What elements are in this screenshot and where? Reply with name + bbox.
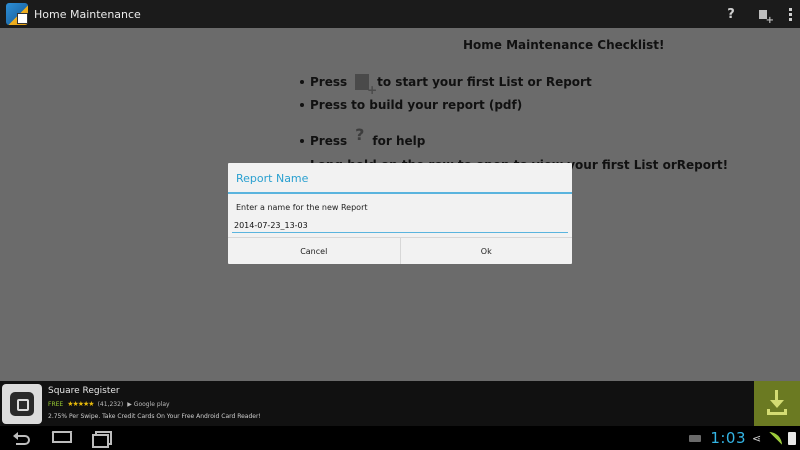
- battery-icon: [788, 431, 796, 445]
- rating-stars-icon: ★★★★★: [67, 400, 94, 408]
- dialog-title: Report Name: [228, 163, 572, 194]
- square-logo-icon[interactable]: [2, 384, 42, 424]
- bullet-dot: [300, 139, 304, 143]
- recent-apps-icon[interactable]: [92, 431, 112, 448]
- add-list-icon: [355, 74, 377, 97]
- action-bar: Home Maintenance ?: [0, 0, 800, 28]
- ad-title[interactable]: Square Register: [48, 386, 120, 396]
- ad-price: FREE: [48, 400, 64, 408]
- app-logo-icon[interactable]: [6, 3, 28, 25]
- overflow-menu-icon[interactable]: [789, 7, 792, 21]
- instruction-line: Press ? for help: [300, 125, 426, 148]
- wifi-icon: [769, 431, 782, 445]
- action-bar-actions: ?: [724, 0, 792, 28]
- instruction-text: Press: [310, 75, 348, 89]
- ok-button[interactable]: Ok: [399, 238, 573, 264]
- instruction-text: Press: [310, 98, 348, 112]
- dialog-message: Enter a name for the new Report: [236, 203, 368, 212]
- keyboard-icon: [689, 434, 702, 442]
- back-icon[interactable]: [13, 431, 31, 445]
- report-name-dialog: Report Name Enter a name for the new Rep…: [228, 163, 572, 264]
- instruction-text: for help: [372, 134, 426, 148]
- bullet-dot: [300, 103, 304, 107]
- status-area[interactable]: 1:03 ⋖: [689, 426, 800, 450]
- app-title: Home Maintenance: [34, 7, 141, 21]
- google-play-badge: ▶ Google play: [127, 400, 170, 408]
- instruction-text: to build your report (pdf): [351, 98, 523, 112]
- instruction-line: Press to build your report (pdf): [300, 98, 522, 112]
- home-icon[interactable]: [52, 431, 72, 443]
- instruction-line: Press to start your first List or Report: [300, 74, 592, 97]
- ad-banner[interactable]: Square Register FREE ★★★★★ (41,232) ▶ Go…: [0, 381, 800, 426]
- instruction-text: Press: [310, 134, 348, 148]
- cancel-button[interactable]: Cancel: [228, 238, 400, 264]
- report-name-input[interactable]: [232, 219, 568, 233]
- add-list-icon[interactable]: [758, 8, 774, 26]
- dialog-button-bar: Cancel Ok: [228, 237, 572, 264]
- download-icon: [767, 390, 787, 416]
- share-icon: ⋖: [752, 431, 762, 445]
- ad-description: 2.75% Per Swipe. Take Credit Cards On Yo…: [48, 413, 261, 420]
- clock: 1:03: [710, 429, 746, 447]
- system-nav-bar: 1:03 ⋖: [0, 426, 800, 450]
- checklist-heading: Home Maintenance Checklist!: [463, 38, 665, 52]
- ad-rating-count: (41,232): [97, 400, 124, 408]
- ad-meta: FREE ★★★★★ (41,232) ▶ Google play: [48, 400, 170, 408]
- instruction-text: to start your first List or Report: [377, 75, 592, 89]
- help-icon: ?: [355, 124, 365, 144]
- help-icon[interactable]: ?: [724, 7, 738, 22]
- bullet-dot: [300, 80, 304, 84]
- ad-download-button[interactable]: [754, 381, 800, 426]
